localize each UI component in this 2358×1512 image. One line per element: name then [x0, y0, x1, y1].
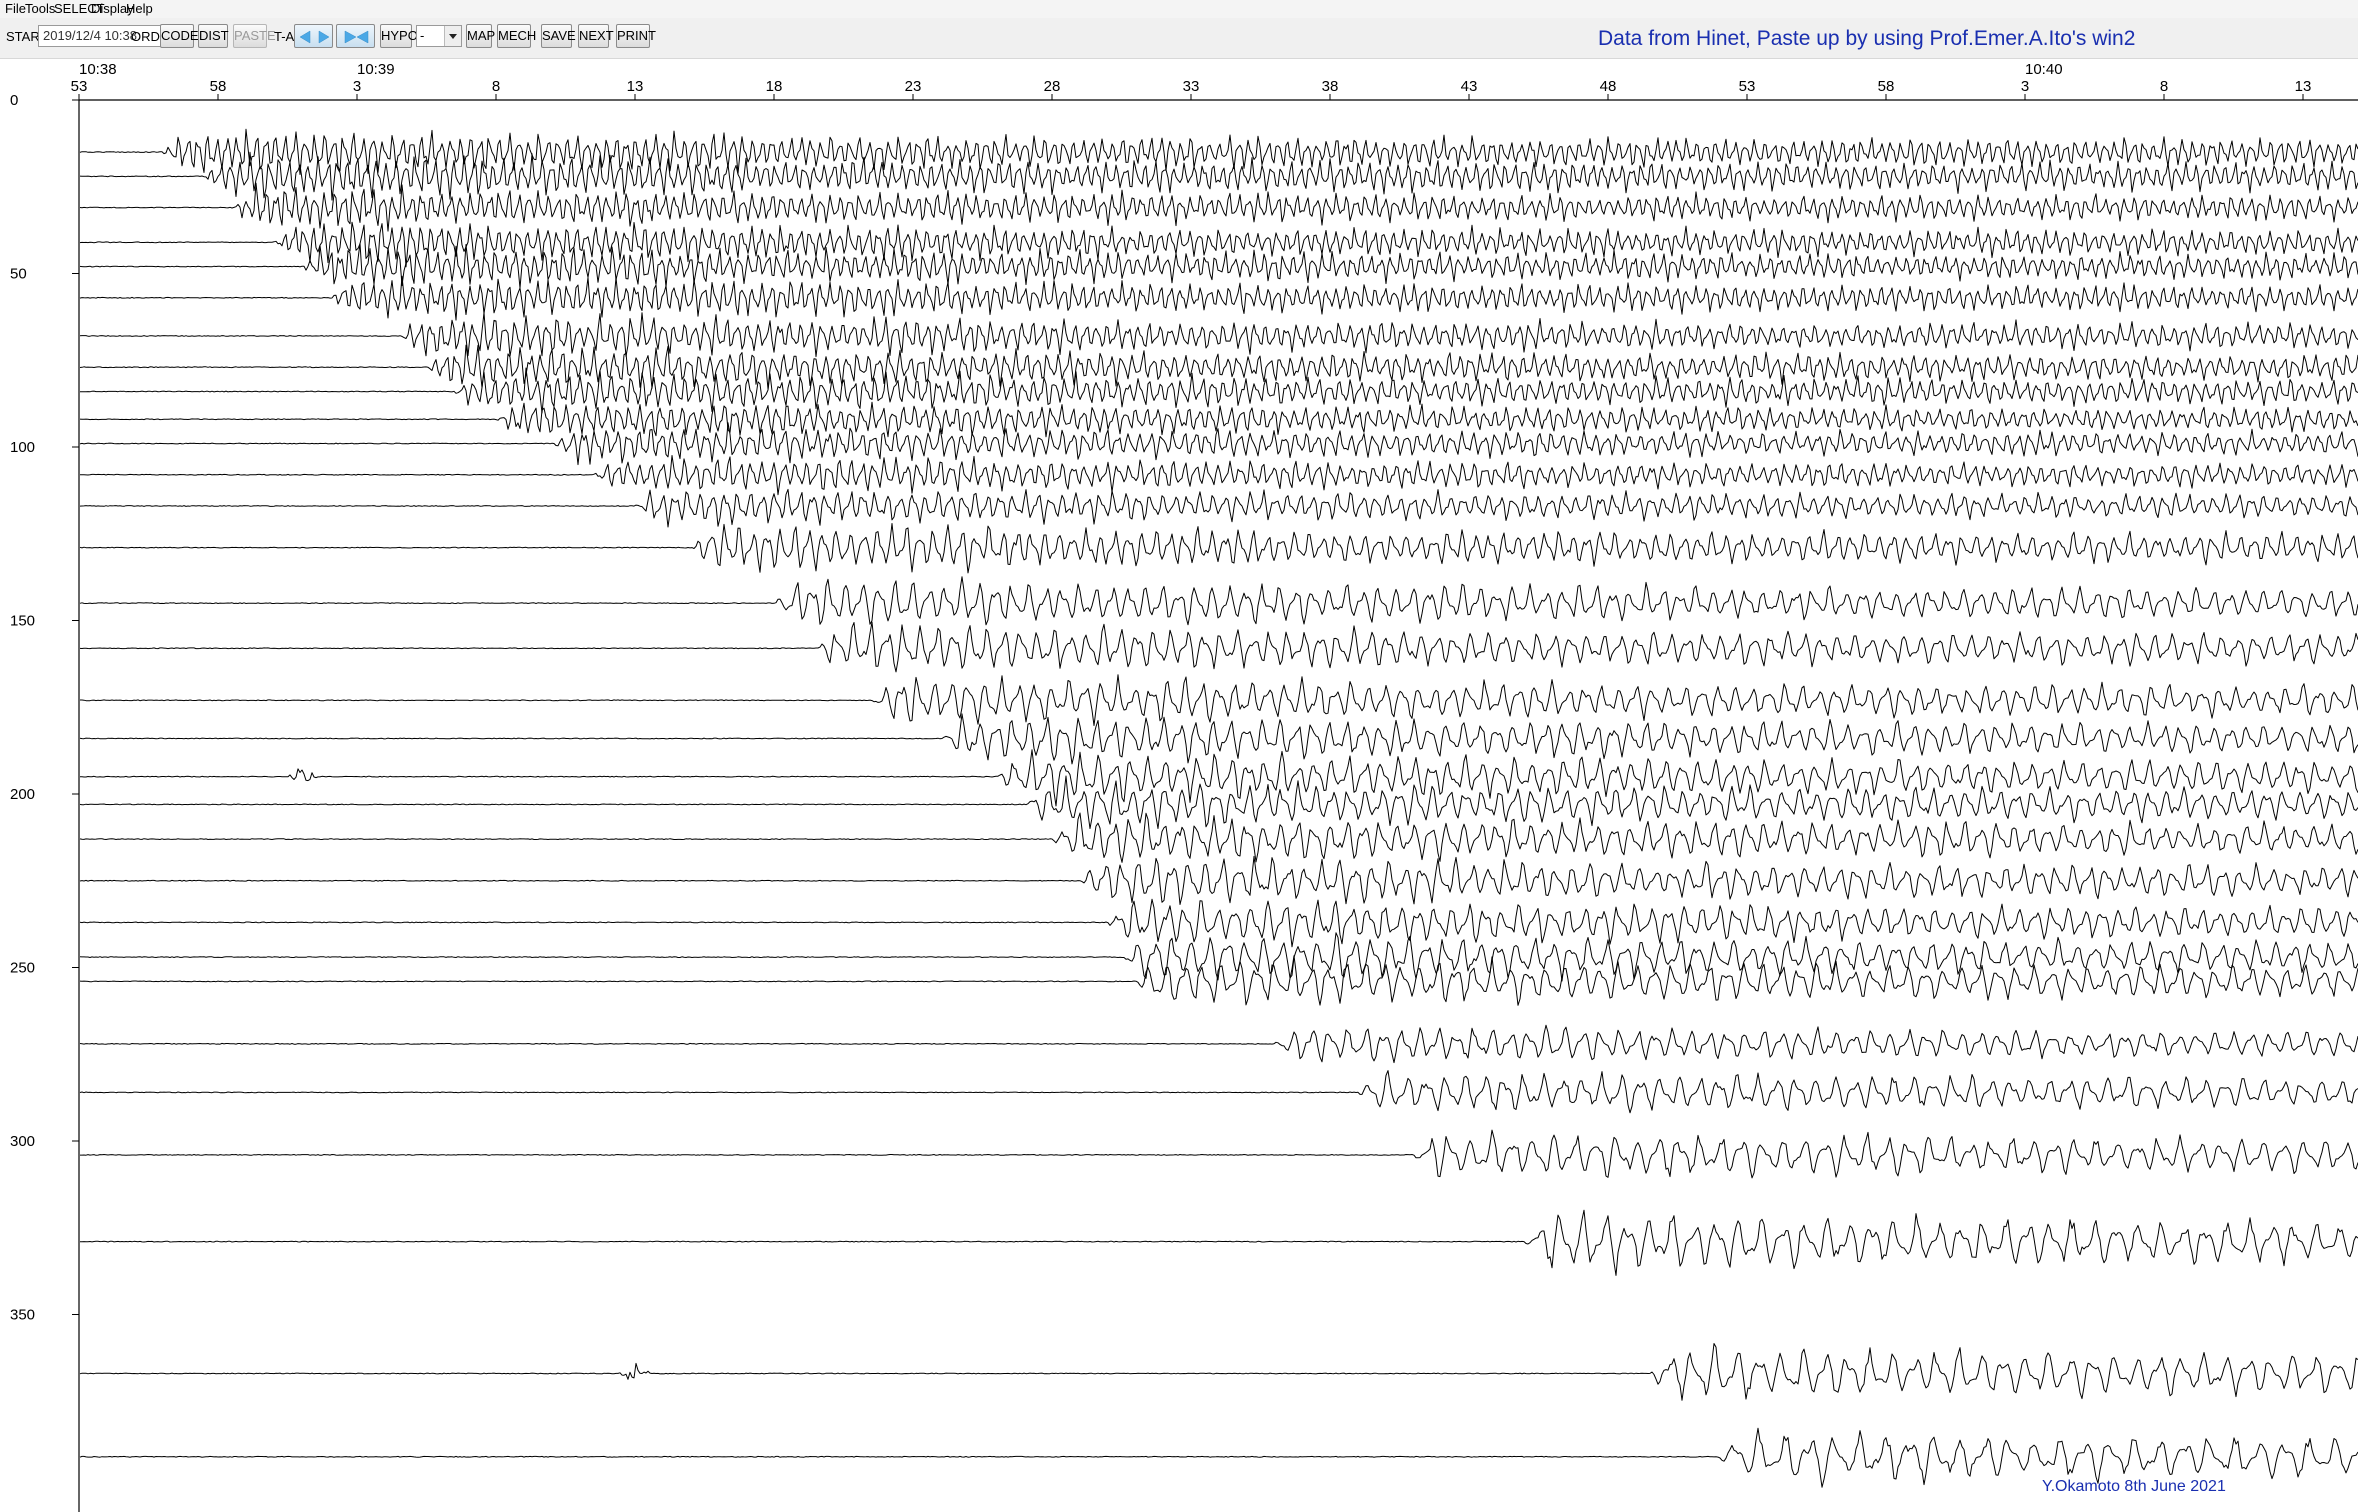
- map-button[interactable]: MAP: [466, 24, 495, 48]
- credit-note: Y.Okamoto 8th June 2021: [2042, 1478, 2226, 1495]
- seismogram-trace: [79, 812, 2358, 863]
- left-right-arrows-icon: [299, 30, 330, 44]
- plot-axes: [78, 99, 2358, 1512]
- time-tick-label: 13: [627, 78, 644, 95]
- seismogram-trace: [79, 855, 2358, 905]
- mech-button[interactable]: MECH: [497, 24, 536, 48]
- time-tick-label: 38: [1322, 78, 1339, 95]
- distance-tick-label: 200: [10, 786, 35, 803]
- time-tick-label: 3: [353, 78, 361, 95]
- menu-help[interactable]: Help: [126, 1, 153, 16]
- next-button[interactable]: NEXT: [578, 24, 614, 48]
- seismogram-trace: [79, 898, 2358, 948]
- menu-tools[interactable]: Tools: [25, 1, 55, 16]
- time-tick-label: 53: [1739, 78, 1756, 95]
- seismogram-plot: 53 58 3 8 13 18 23 28 33 38 43 48 53 58 3 8 1310:38 10:39…: [10, 61, 2358, 1512]
- seismogram-trace: [79, 955, 2358, 1006]
- distance-tick-label: 350: [10, 1307, 35, 1324]
- seismogram-trace: [79, 621, 2358, 673]
- toolbar: START 2019/12/4 10:38: ORD... CODE DIST …: [0, 18, 2358, 59]
- hypo-button[interactable]: HYPO: [380, 24, 418, 48]
- seismogram-trace: [79, 128, 2358, 175]
- seismogram-trace: [80, 674, 2358, 726]
- trace-group: [79, 128, 2358, 1488]
- seismogram-trace: [79, 1024, 2358, 1064]
- chevron-down-icon: [444, 26, 461, 46]
- seismogram-trace: [79, 312, 2358, 358]
- distance-tick-label: 50: [10, 266, 27, 283]
- seismogram-trace: [79, 1209, 2358, 1276]
- seismogram-trace: [79, 576, 2358, 626]
- time-tick-label: 58: [210, 78, 227, 95]
- menu-file[interactable]: File: [5, 1, 26, 16]
- seismogram-trace: [79, 275, 2358, 321]
- minute-label: 10:40: [2025, 61, 2063, 78]
- time-tick-label: 8: [2160, 78, 2168, 95]
- time-tick-label: 53: [71, 78, 88, 95]
- seismogram-trace: [79, 221, 2358, 268]
- minute-label: 10:39: [357, 61, 395, 78]
- hypo-select-value: -: [420, 28, 425, 43]
- hypo-select[interactable]: -: [416, 25, 462, 47]
- time-scroll-button[interactable]: [294, 24, 333, 48]
- seismogram-trace: [79, 401, 2358, 438]
- seismogram-trace: [79, 422, 2358, 466]
- menu-bar: File Tools SELECT Display Help: [0, 0, 2358, 18]
- distance-tick-label: 300: [10, 1133, 35, 1150]
- minute-label: 10:38: [79, 61, 117, 78]
- distance-tick-group: 0 50 100 150 200 250 300 350: [10, 92, 79, 1324]
- time-tick-label: 3: [2021, 78, 2029, 95]
- save-button[interactable]: SAVE: [541, 24, 576, 48]
- seismogram-trace: [79, 242, 2358, 289]
- time-tick-label: 43: [1461, 78, 1478, 95]
- seismogram-trace: [79, 1427, 2358, 1488]
- seismogram-trace: [79, 775, 2358, 829]
- time-tick-label: 23: [905, 78, 922, 95]
- dist-button[interactable]: DIST: [198, 24, 229, 48]
- time-tick-label: 28: [1044, 78, 1061, 95]
- code-button[interactable]: CODE: [160, 24, 199, 48]
- seismogram-trace: [79, 713, 2358, 765]
- seismogram-trace: [80, 749, 2358, 807]
- time-tick-label: 58: [1878, 78, 1895, 95]
- print-button[interactable]: PRINT: [616, 24, 656, 48]
- seismogram-trace: [79, 488, 2358, 528]
- seismogram-trace: [79, 151, 2358, 201]
- seismogram-trace: [80, 455, 2358, 496]
- distance-tick-label: 150: [10, 613, 35, 630]
- seismogram-trace: [79, 523, 2358, 574]
- seismogram-trace: [80, 1129, 2358, 1179]
- distance-tick-label: 0: [10, 92, 18, 109]
- seismogram-trace: [80, 367, 2358, 414]
- time-tick-label: 48: [1600, 78, 1617, 95]
- time-tick-label: 13: [2295, 78, 2312, 95]
- time-tick-label: 18: [766, 78, 783, 95]
- time-tick-label: 33: [1183, 78, 1200, 95]
- seismogram-trace: [79, 1070, 2358, 1114]
- inward-arrows-icon: [344, 30, 369, 44]
- paste-button[interactable]: PASTE: [233, 24, 276, 48]
- distance-tick-label: 250: [10, 960, 35, 977]
- distance-tick-label: 100: [10, 439, 35, 456]
- seismogram-trace: [79, 1343, 2358, 1401]
- time-zoom-button[interactable]: [336, 24, 375, 48]
- header-note: Data from Hinet, Paste up by using Prof.…: [1598, 27, 2136, 50]
- time-tick-label: 8: [492, 78, 500, 95]
- time-tick-group: 53 58 3 8 13 18 23 28 33 38 43 48 53 58 3 8 1310:38 10:39…: [71, 61, 2312, 100]
